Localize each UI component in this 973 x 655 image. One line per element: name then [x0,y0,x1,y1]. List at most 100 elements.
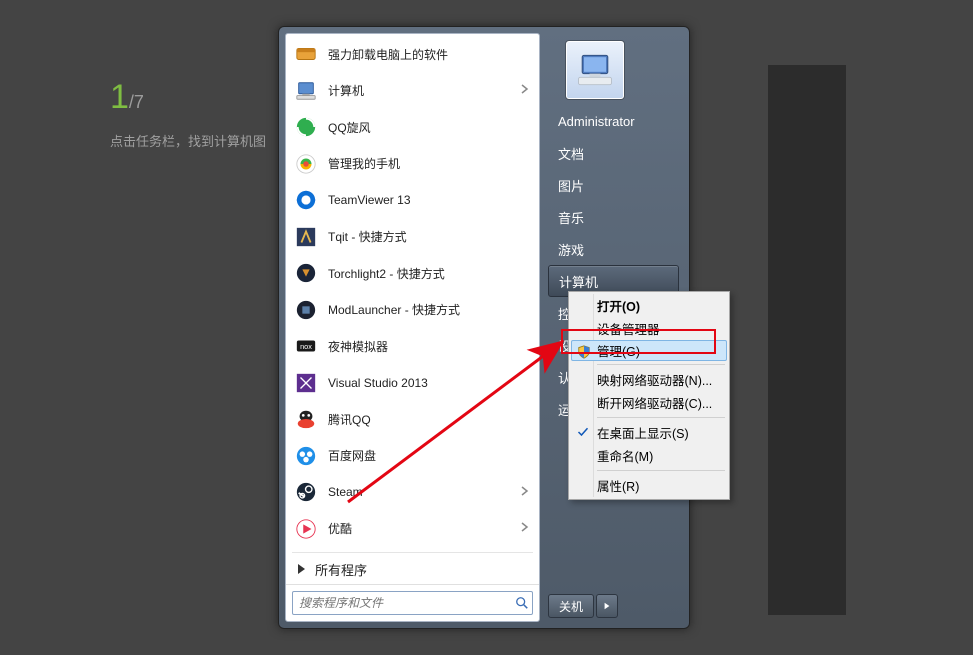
app-icon [292,405,320,433]
start-menu-item[interactable]: nox 夜神模拟器 [286,328,539,365]
all-programs[interactable]: 所有程序 [286,554,539,584]
context-menu-item[interactable]: 管理(G) [571,340,727,361]
context-menu: 打开(O) 设备管理器管理(G) 映射网络驱动器(N)... 断开网络驱动器(C)..… [568,291,730,500]
start-menu-item-label: ModLauncher - 快捷方式 [328,301,460,318]
start-menu-item[interactable]: 优酷 [286,511,539,548]
start-menu-item[interactable]: Visual Studio 2013 [286,365,539,402]
shutdown-row: 关机 [548,594,679,618]
app-icon [292,150,320,178]
app-icon [292,442,320,470]
start-menu-item[interactable]: 管理我的手机 [286,146,539,183]
app-icon [292,515,320,543]
start-menu-item[interactable]: Tqit - 快捷方式 [286,219,539,256]
start-menu-item-label: Visual Studio 2013 [328,376,428,390]
start-menu-item-label: QQ旋风 [328,119,371,136]
context-menu-item[interactable]: 在桌面上显示(S) [571,421,727,444]
search-row [286,584,539,621]
context-menu-item[interactable]: 属性(R) [571,474,727,497]
context-menu-separator [597,417,725,418]
start-menu-item-label: 强力卸载电脑上的软件 [328,46,448,63]
svg-text:nox: nox [300,342,312,351]
chevron-right-icon [521,522,529,535]
start-menu-item[interactable]: Torchlight2 - 快捷方式 [286,255,539,292]
user-name[interactable]: Administrator [548,105,679,137]
shutdown-options-button[interactable] [596,594,618,618]
icon-slot [574,370,592,388]
context-menu-item-label: 设备管理器 [597,319,660,338]
start-menu-item[interactable]: ModLauncher - 快捷方式 [286,292,539,329]
start-menu-item-label: Tqit - 快捷方式 [328,228,407,245]
context-menu-item-label: 断开网络驱动器(C)... [597,393,712,412]
start-menu-item[interactable]: Steam [286,474,539,511]
app-icon [292,478,320,506]
context-menu-item-label: 管理(G) [597,341,640,360]
start-menu-item-label: 管理我的手机 [328,155,400,172]
step-description: 点击任务栏，找到计算机图 [110,131,266,150]
shutdown-button[interactable]: 关机 [548,594,594,618]
shutdown-label: 关机 [559,598,583,615]
context-menu-item[interactable]: 打开(O) [571,294,727,317]
context-menu-item[interactable]: 断开网络驱动器(C)... [571,391,727,414]
start-menu-item-label: Torchlight2 - 快捷方式 [328,265,445,282]
icon-slot [574,446,592,464]
icon-slot [574,476,592,494]
context-menu-item[interactable]: 映射网络驱动器(N)... [571,368,727,391]
background-panel [768,65,846,615]
start-menu-item-label: TeamViewer 13 [328,193,411,207]
context-menu-item-label: 属性(R) [597,476,639,495]
start-menu-right-item[interactable]: 游戏 [548,233,679,265]
context-menu-separator [597,364,725,365]
user-picture[interactable] [566,41,624,99]
start-menu-item[interactable]: 强力卸载电脑上的软件 [286,36,539,73]
start-menu-item-label: Steam [328,485,363,499]
all-programs-label: 所有程序 [315,560,367,579]
start-menu-item[interactable]: TeamViewer 13 [286,182,539,219]
start-menu-right-item[interactable]: 音乐 [548,201,679,233]
shield-icon [575,343,593,361]
app-icon [292,259,320,287]
divider [292,552,533,553]
start-menu-item[interactable]: QQ旋风 [286,109,539,146]
start-menu-item-label: 百度网盘 [328,447,376,464]
app-icon [292,223,320,251]
context-menu-item-label: 打开(O) [597,296,640,315]
start-menu-item-label: 优酷 [328,520,352,537]
app-icon [292,186,320,214]
start-menu-left-pane: 强力卸载电脑上的软件计算机 QQ旋风管理我的手机 TeamViewer 13 Tqit… [285,33,540,622]
icon-slot [574,393,592,411]
app-icon [292,296,320,324]
step-total: /7 [129,92,144,112]
icon-slot [574,296,592,314]
computer-icon [573,48,617,92]
icon-slot [574,319,592,337]
context-menu-item[interactable]: 重命名(M) [571,444,727,467]
chevron-right-icon [521,84,529,97]
app-icon [292,113,320,141]
context-menu-item-label: 重命名(M) [597,446,653,465]
context-menu-item-label: 在桌面上显示(S) [597,423,689,442]
triangle-right-icon [298,564,305,574]
start-menu-item[interactable]: 计算机 [286,73,539,110]
app-icon [292,369,320,397]
app-icon [292,77,320,105]
search-input[interactable] [293,596,512,610]
start-menu-item-label: 夜神模拟器 [328,338,388,355]
start-menu-item[interactable]: 百度网盘 [286,438,539,475]
context-menu-item-label: 映射网络驱动器(N)... [597,370,712,389]
start-menu-item-label: 计算机 [328,82,364,99]
start-menu-item-label: 腾讯QQ [328,411,371,428]
start-menu-items: 强力卸载电脑上的软件计算机 QQ旋风管理我的手机 TeamViewer 13 Tqit… [286,34,539,551]
start-menu-item[interactable]: 腾讯QQ [286,401,539,438]
start-menu-right-item[interactable]: 图片 [548,169,679,201]
app-icon: nox [292,332,320,360]
chevron-right-icon [521,486,529,499]
context-menu-item[interactable]: 设备管理器 [571,317,727,340]
check-icon [574,423,592,441]
search-icon [512,596,532,610]
step-indicator: 1/7 点击任务栏，找到计算机图 [110,78,266,150]
start-menu-right-item[interactable]: 文档 [548,137,679,169]
app-icon [292,40,320,68]
search-box[interactable] [292,591,533,615]
step-current: 1 [110,78,129,116]
context-menu-separator [597,470,725,471]
